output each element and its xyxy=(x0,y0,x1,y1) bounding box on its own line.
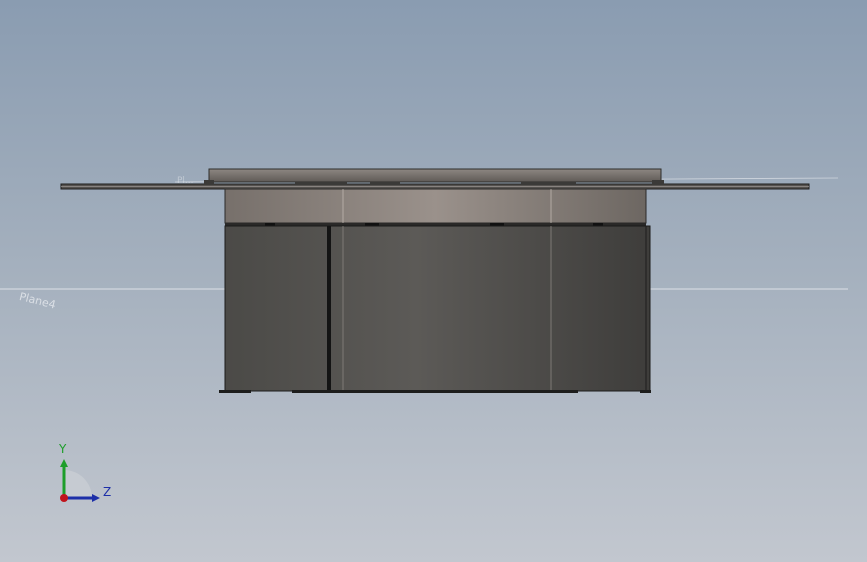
top-plane-label[interactable]: Pl... xyxy=(177,176,194,186)
y-axis-label: Y xyxy=(59,442,67,456)
base-foot xyxy=(219,390,251,393)
z-axis-label: Z xyxy=(103,485,112,499)
base-foot xyxy=(292,390,578,393)
main-body xyxy=(224,225,651,392)
triad-quarter-disc xyxy=(64,470,92,498)
x-axis-icon xyxy=(60,494,68,502)
flange-tab xyxy=(204,180,214,185)
flange-tab xyxy=(652,180,664,185)
flange-tab xyxy=(295,182,347,185)
model-view[interactable] xyxy=(0,0,867,562)
base-foot xyxy=(640,390,651,393)
flange-tab xyxy=(521,182,576,185)
graphics-viewport[interactable]: Plane4 Pl... Y Z xyxy=(0,0,867,562)
flange-tab xyxy=(370,182,400,185)
top-plate xyxy=(208,168,662,183)
body-divider xyxy=(327,226,331,391)
upper-band xyxy=(224,188,647,224)
